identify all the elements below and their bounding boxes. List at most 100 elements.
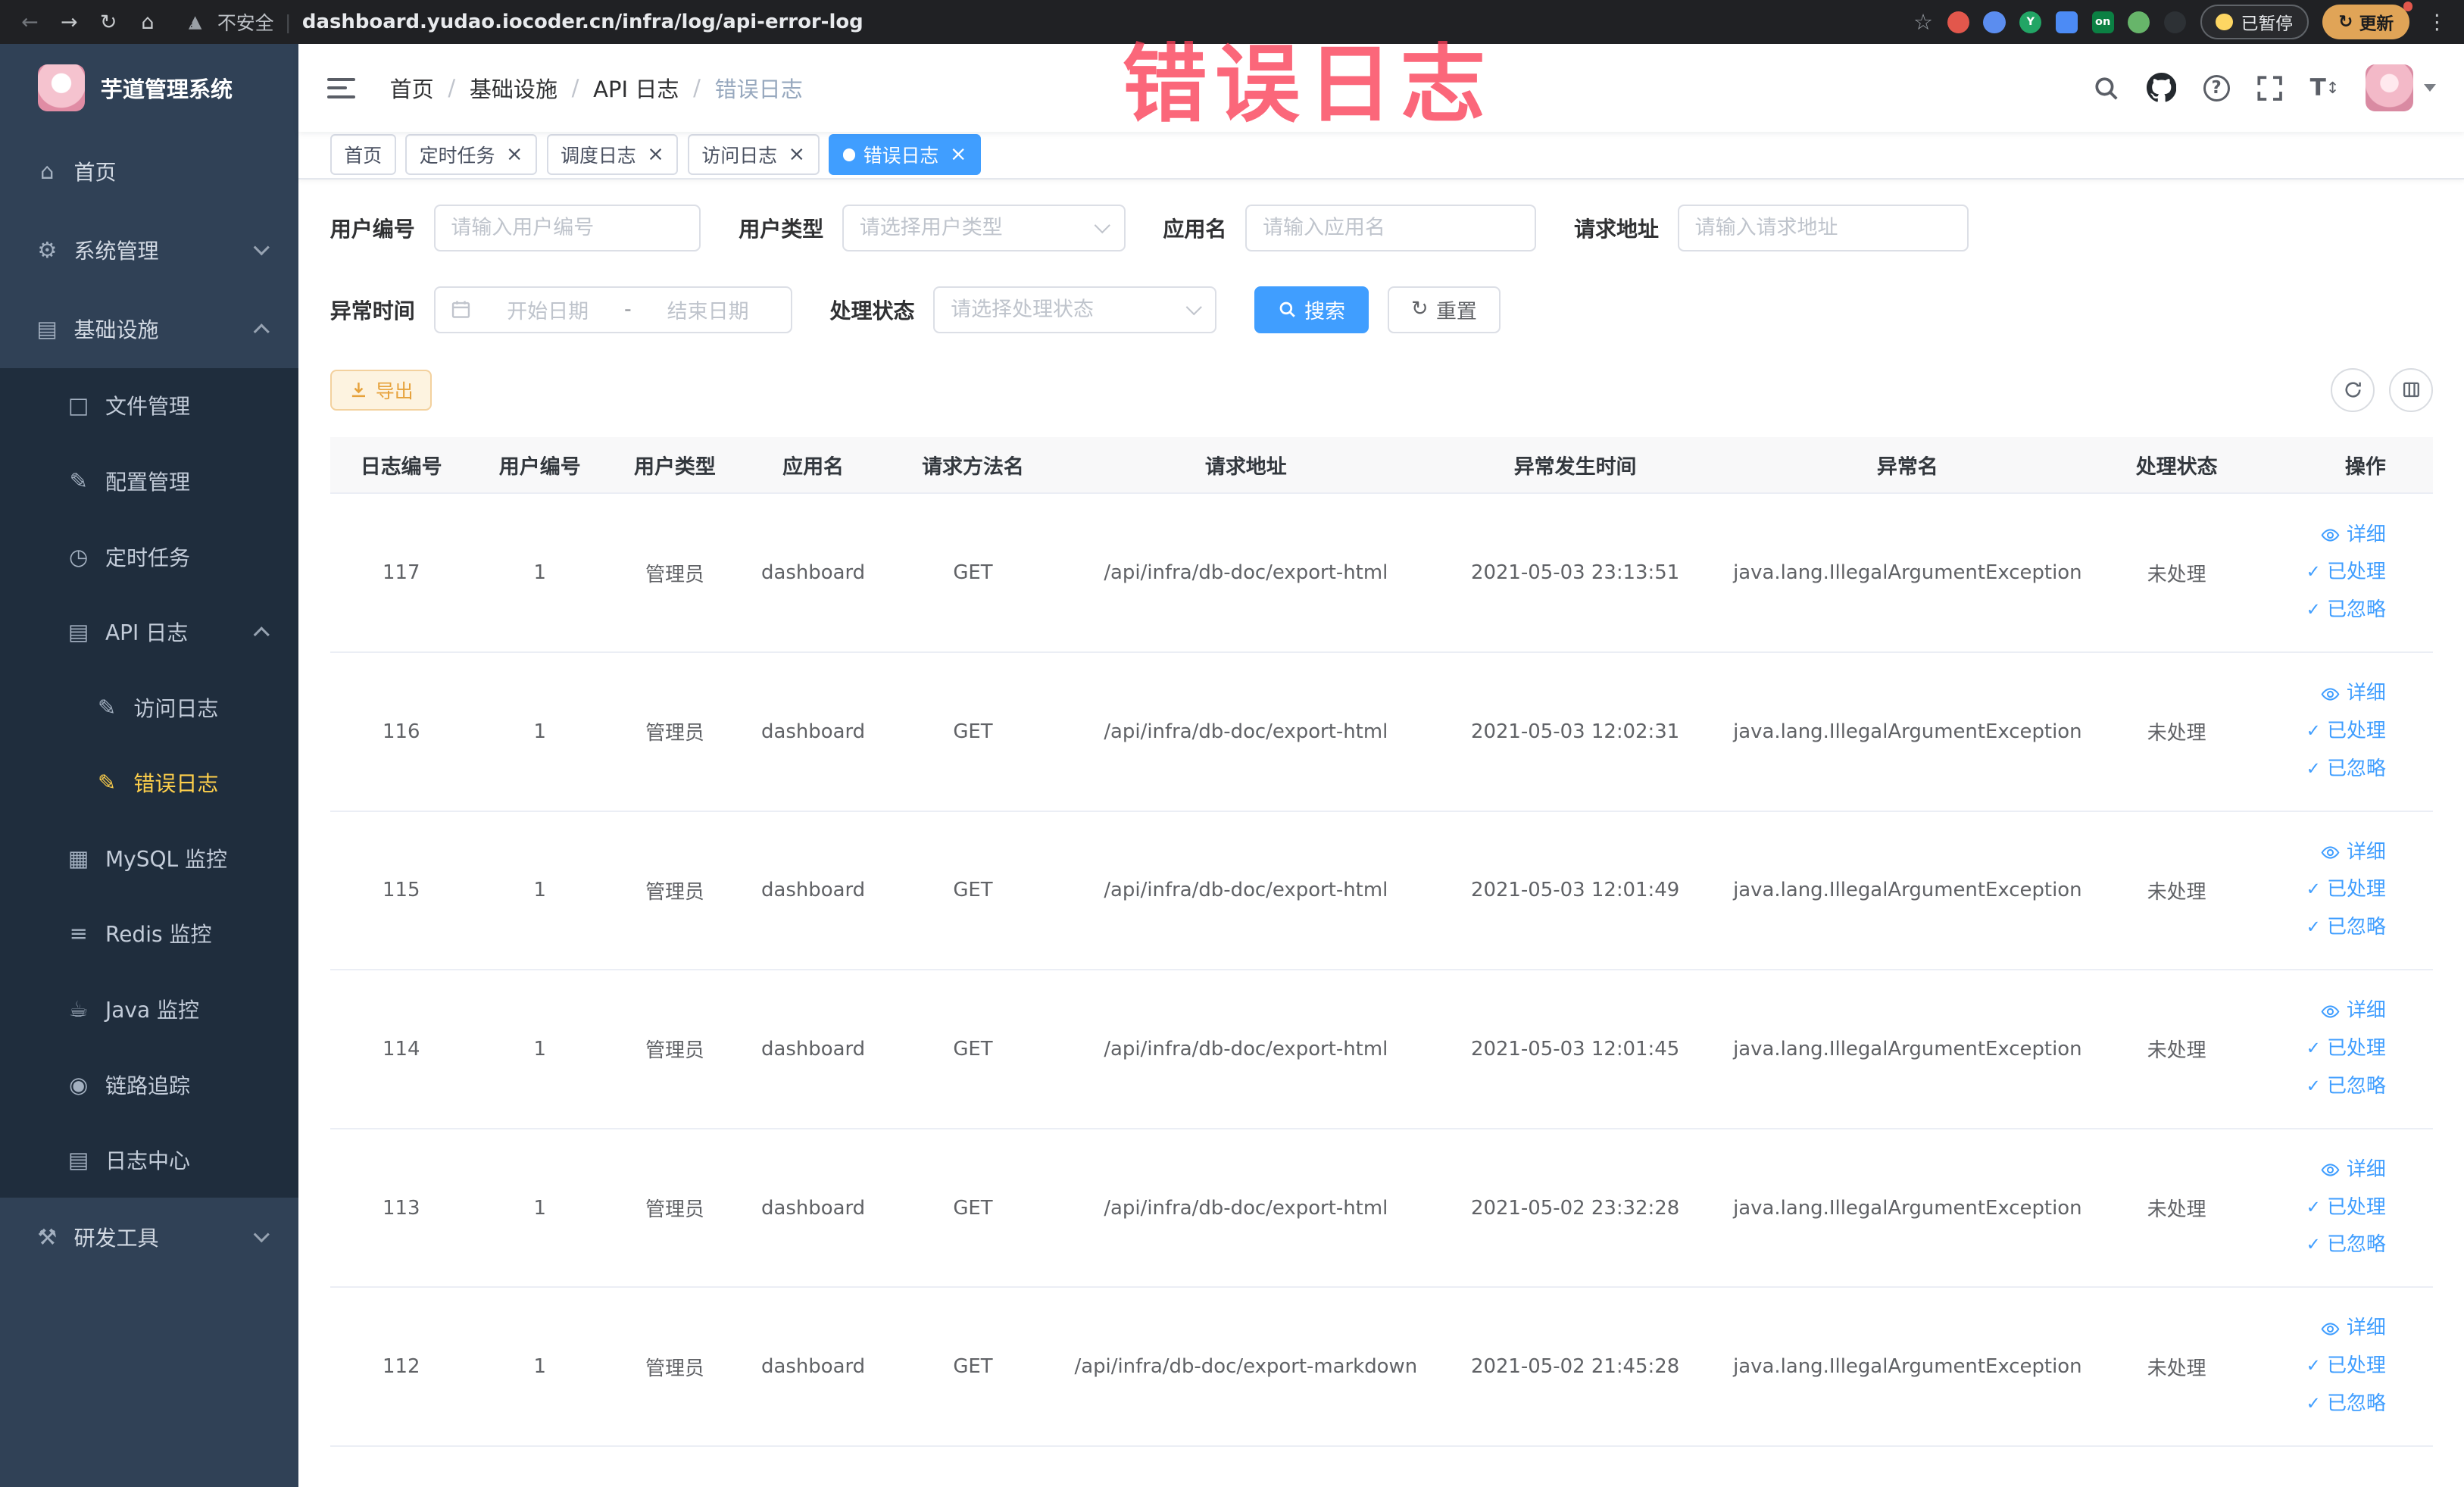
action-ignored-link[interactable]: ✓ 已忽略	[2272, 1068, 2386, 1106]
request-url-input[interactable]	[1677, 204, 1969, 251]
action-processed-link[interactable]: ✓ 已处理	[2272, 1348, 2386, 1385]
user-id-input[interactable]	[433, 204, 701, 251]
tab-job-log[interactable]: 调度日志 ×	[546, 134, 679, 176]
close-icon[interactable]: ×	[950, 144, 967, 165]
breadcrumb-item-0[interactable]: 首页	[390, 72, 434, 104]
user-menu[interactable]	[2366, 64, 2437, 112]
forward-button[interactable]: →	[52, 5, 86, 39]
bookmark-star-icon[interactable]: ☆	[1913, 9, 1933, 35]
action-processed-link[interactable]: ✓ 已处理	[2272, 1030, 2386, 1068]
process-status-select[interactable]	[933, 286, 1216, 333]
reset-button[interactable]: ↻ 重置	[1387, 286, 1501, 333]
app-logo[interactable]: 芋道管理系统	[0, 44, 298, 132]
sidebar-item-infrastructure[interactable]: ▤ 基础设施	[0, 289, 298, 368]
extension-icon[interactable]: on	[2091, 11, 2114, 33]
table-row: 117 1 管理员 dashboard GET/api/infra/db-doc/exp…	[329, 493, 2434, 654]
home-button[interactable]: ⌂	[130, 5, 165, 39]
tab-access-log[interactable]: 访问日志 ×	[687, 134, 820, 176]
fullscreen-icon[interactable]	[2256, 75, 2283, 102]
refresh-button[interactable]	[2331, 367, 2375, 412]
user-type-select[interactable]	[842, 204, 1126, 251]
sidebar: 芋道管理系统 ⌂ 首页 ⚙ 系统管理 ▤ 基础设施 □ 文件管理 ✎ 配置管理 …	[0, 44, 299, 1487]
check-icon: ✓	[2306, 879, 2321, 900]
sidebar-item-file[interactable]: □ 文件管理	[0, 367, 299, 444]
action-detail-link[interactable]: 详细	[2272, 1151, 2386, 1189]
extension-icon[interactable]	[1983, 11, 2006, 33]
sidebar-item-system[interactable]: ⚙ 系统管理	[0, 211, 298, 289]
address-bar[interactable]: ▲! 不安全 | dashboard.yudao.iocoder.cn/infr…	[189, 8, 1909, 36]
sidebar-item-redis[interactable]: ≡ Redis 监控	[0, 895, 299, 972]
breadcrumb: 首页 / 基础设施 / API 日志 / 错误日志	[390, 72, 803, 104]
start-date-input[interactable]: 开始日期	[481, 295, 615, 324]
action-detail-link[interactable]: 详细	[2272, 675, 2386, 713]
action-ignored-link[interactable]: ✓ 已忽略	[2272, 909, 2386, 947]
sidebar-item-job[interactable]: ◷ 定时任务	[0, 518, 299, 595]
tab-error-log[interactable]: 错误日志 ×	[829, 134, 982, 176]
extension-icon[interactable]	[2164, 11, 2187, 33]
end-date-input[interactable]: 结束日期	[641, 295, 775, 324]
sidebar-item-trace[interactable]: ◉ 链路追踪	[0, 1046, 299, 1123]
search-button[interactable]: 搜索	[1254, 286, 1369, 333]
close-icon[interactable]: ×	[789, 144, 806, 165]
reload-button[interactable]: ↻	[91, 5, 126, 39]
sidebar-item-error-log[interactable]: ✎ 错误日志	[0, 745, 299, 821]
sidebar-item-dev-tools[interactable]: ⚒ 研发工具	[0, 1198, 298, 1276]
action-detail-link[interactable]: 详细	[2272, 834, 2386, 872]
back-button[interactable]: ←	[13, 5, 48, 39]
check-icon: ✓	[2306, 1076, 2321, 1096]
extension-icon[interactable]: Y	[2019, 11, 2042, 33]
github-icon[interactable]	[2146, 73, 2177, 102]
action-ignored-link[interactable]: ✓ 已忽略	[2272, 1385, 2386, 1423]
tab-job[interactable]: 定时任务 ×	[405, 134, 538, 176]
sidebar-menu: ⌂ 首页 ⚙ 系统管理 ▤ 基础设施 □ 文件管理 ✎ 配置管理 ◷ 定时任务 …	[0, 132, 299, 1276]
avatar	[2366, 64, 2413, 112]
breadcrumb-item-2[interactable]: API 日志	[593, 72, 679, 104]
user-type-cell: 管理员	[607, 652, 743, 812]
action-ignored-link[interactable]: ✓ 已忽略	[2272, 751, 2386, 789]
user-type-cell: 管理员	[607, 1287, 743, 1447]
action-processed-link[interactable]: ✓ 已处理	[2272, 1189, 2386, 1227]
search-icon[interactable]	[2093, 75, 2119, 102]
app-name-input[interactable]	[1245, 204, 1537, 251]
column-settings-button[interactable]	[2389, 367, 2434, 412]
sidebar-item-home[interactable]: ⌂ 首页	[0, 132, 298, 211]
sidebar-item-api-log[interactable]: ▤ API 日志	[0, 594, 299, 670]
action-processed-link[interactable]: ✓ 已处理	[2272, 713, 2386, 751]
action-detail-link[interactable]: 详细	[2272, 1310, 2386, 1348]
check-icon: ✓	[2306, 720, 2321, 741]
update-button[interactable]: ↻ 更新	[2322, 2, 2413, 39]
paused-badge[interactable]: 已暂停	[2200, 5, 2309, 39]
app-name-cell: dashboard	[742, 970, 885, 1129]
font-size-icon[interactable]: T ↕	[2310, 74, 2340, 102]
browser-menu-icon[interactable]: ⋮	[2427, 11, 2447, 34]
action-detail-link[interactable]: 详细	[2272, 517, 2386, 555]
screen: ← → ↻ ⌂ ▲! 不安全 | dashboard.yudao.iocoder…	[0, 0, 2464, 1487]
exception-cell: java.lang.IllegalArgumentException	[1720, 652, 2095, 812]
action-ignored-link[interactable]: ✓ 已忽略	[2272, 1226, 2386, 1264]
active-dot-icon	[842, 148, 856, 161]
close-icon[interactable]: ×	[647, 144, 664, 165]
extension-icon[interactable]	[2128, 11, 2150, 33]
action-ignored-link[interactable]: ✓ 已忽略	[2272, 592, 2386, 629]
sidebar-item-config[interactable]: ✎ 配置管理	[0, 443, 299, 519]
sidebar-item-java[interactable]: ☕ Java 监控	[0, 971, 299, 1047]
close-icon[interactable]: ×	[506, 144, 523, 165]
action-detail-link[interactable]: 详细	[2272, 992, 2386, 1030]
export-button[interactable]: 导出	[329, 369, 433, 411]
action-processed-link[interactable]: ✓ 已处理	[2272, 554, 2386, 592]
chevron-icon	[254, 239, 270, 255]
breadcrumb-item-1[interactable]: 基础设施	[470, 72, 557, 104]
hamburger-button[interactable]	[326, 77, 355, 98]
status-cell: 未处理	[2094, 811, 2259, 971]
sidebar-item-mysql[interactable]: ▦ MySQL 监控	[0, 820, 299, 896]
view-icon	[2320, 1001, 2341, 1022]
action-processed-link[interactable]: ✓ 已处理	[2272, 871, 2386, 909]
extension-icon[interactable]	[2055, 11, 2078, 33]
sidebar-item-log-center[interactable]: ▤ 日志中心	[0, 1122, 299, 1198]
tab-home[interactable]: 首页	[329, 134, 396, 176]
sidebar-item-access-log[interactable]: ✎ 访问日志	[0, 669, 299, 745]
help-icon[interactable]: ?	[2203, 74, 2230, 102]
app-name-cell: dashboard	[742, 652, 885, 812]
exception-time-range[interactable]: 开始日期 - 结束日期	[433, 286, 792, 333]
extension-icon[interactable]	[1947, 11, 1969, 33]
